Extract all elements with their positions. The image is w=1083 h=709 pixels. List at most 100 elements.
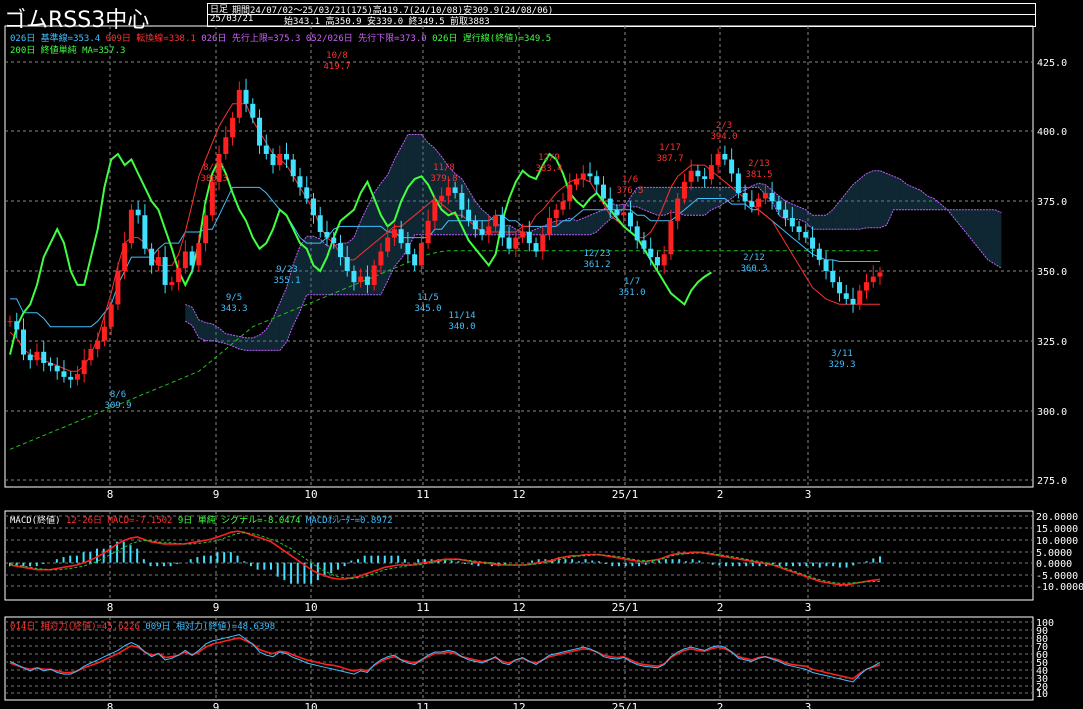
annotation-date-12: 1/17 [659,143,681,153]
annotation-value-16: 329.3 [828,360,855,370]
candle-body [574,179,580,185]
annotation-value-3: 355.1 [273,276,300,286]
candle-body [61,371,67,377]
candle-body [317,215,323,232]
ichimoku-cloud-segment [927,195,934,210]
main-y-tick-0: 425.0 [1037,58,1067,69]
annotation-value-13: 394.0 [710,132,737,142]
annotation-date-4: 10/8 [326,51,348,61]
candle-body [88,349,94,361]
candle-body [142,215,148,249]
ichimoku-cloud-segment [644,187,651,213]
ichimoku-cloud-segment [205,322,213,341]
candle-body [169,282,175,285]
candle-body [182,251,188,269]
candle-body [115,271,121,305]
candle-body [445,187,451,196]
tenkan-line [9,103,880,372]
annotation-value-6: 379.8 [430,174,457,184]
candle-body [769,192,775,202]
x-tick-0-2: 10 [304,488,317,501]
ichimoku-cloud-segment [434,148,442,235]
annotation-date-2: 9/5 [226,293,242,303]
candle-body [304,187,310,199]
annotation-date-8: 12/9 [538,153,560,163]
candle-body [223,137,229,154]
candle-body [729,159,735,174]
candle-body [796,226,802,232]
ichimoku-cloud-segment [873,170,880,228]
x-tick-1-5: 25/1 [612,601,639,614]
candle-body [877,272,883,277]
candle-body [567,184,573,202]
candle-body [742,192,748,202]
ichimoku-cloud-segment [718,187,725,207]
candle-body [843,293,849,299]
main-y-tick-6: 275.0 [1037,476,1067,487]
candle-body [27,354,33,361]
rsi-line-0 [9,636,881,680]
candle-body [405,243,411,255]
ichimoku-cloud-segment [866,170,874,228]
ichimoku-cloud-segment [219,328,226,344]
candle-body [472,220,478,230]
macd-y-tick-3: 5.0000 [1036,548,1072,559]
candle-body [493,215,499,227]
candle-body [34,351,40,361]
candle-body [7,321,13,323]
rsi-y-tick-9: 10 [1036,689,1048,700]
x-tick-2-1: 9 [213,701,220,709]
ichimoku-cloud-segment [907,184,914,210]
ichimoku-cloud-segment [583,215,590,235]
candle-body [149,248,155,266]
x-tick-2-0: 8 [107,701,114,709]
ichimoku-cloud-segment [987,209,995,264]
candle-body [391,229,397,238]
candle-body [762,192,768,199]
candle-body [823,259,829,271]
candle-body [398,229,404,244]
candle-body [594,176,600,185]
candle-body [708,165,714,180]
x-tick-1-3: 11 [416,601,429,614]
candle-body [108,304,114,327]
candle-body [310,198,316,216]
x-tick-2-6: 2 [717,701,724,709]
candle-body [439,195,445,202]
ichimoku-cloud-segment [893,176,901,210]
candle-body [162,257,168,285]
x-tick-2-7: 3 [805,701,812,709]
candle-body [20,329,26,355]
annotation-date-6: 11/8 [433,163,455,173]
x-tick-1-0: 8 [107,601,114,614]
candle-body [277,153,283,166]
ichimoku-cloud-segment [967,209,975,244]
annotation-date-16: 3/11 [831,349,853,359]
x-tick-1-7: 3 [805,601,812,614]
candle-body [155,257,161,266]
candle-body [14,321,20,330]
candle-body [553,209,559,219]
annotation-date-10: 1/6 [622,175,638,185]
rsi-line-1 [9,634,881,683]
candle-body [533,243,539,252]
candle-body [702,176,708,180]
candle-body [452,187,458,193]
candle-body [783,209,789,219]
candle-body [250,103,256,118]
x-tick-0-4: 12 [512,488,525,501]
candle-body [857,290,863,305]
x-tick-0-0: 8 [107,488,114,501]
candle-body [634,226,640,241]
x-tick-1-1: 9 [213,601,220,614]
candle-body [128,209,134,244]
candle-body [364,276,370,285]
x-tick-2-3: 11 [416,701,429,709]
annotation-date-14: 2/12 [743,253,765,263]
ichimoku-cloud-segment [758,183,766,195]
candle-body [486,226,492,235]
macd-line-0 [9,530,881,586]
chart-svg: 425.0400.0375.0350.0325.0300.0275.020.00… [4,25,1083,709]
candle-body [607,198,613,210]
candle-body [803,231,809,238]
